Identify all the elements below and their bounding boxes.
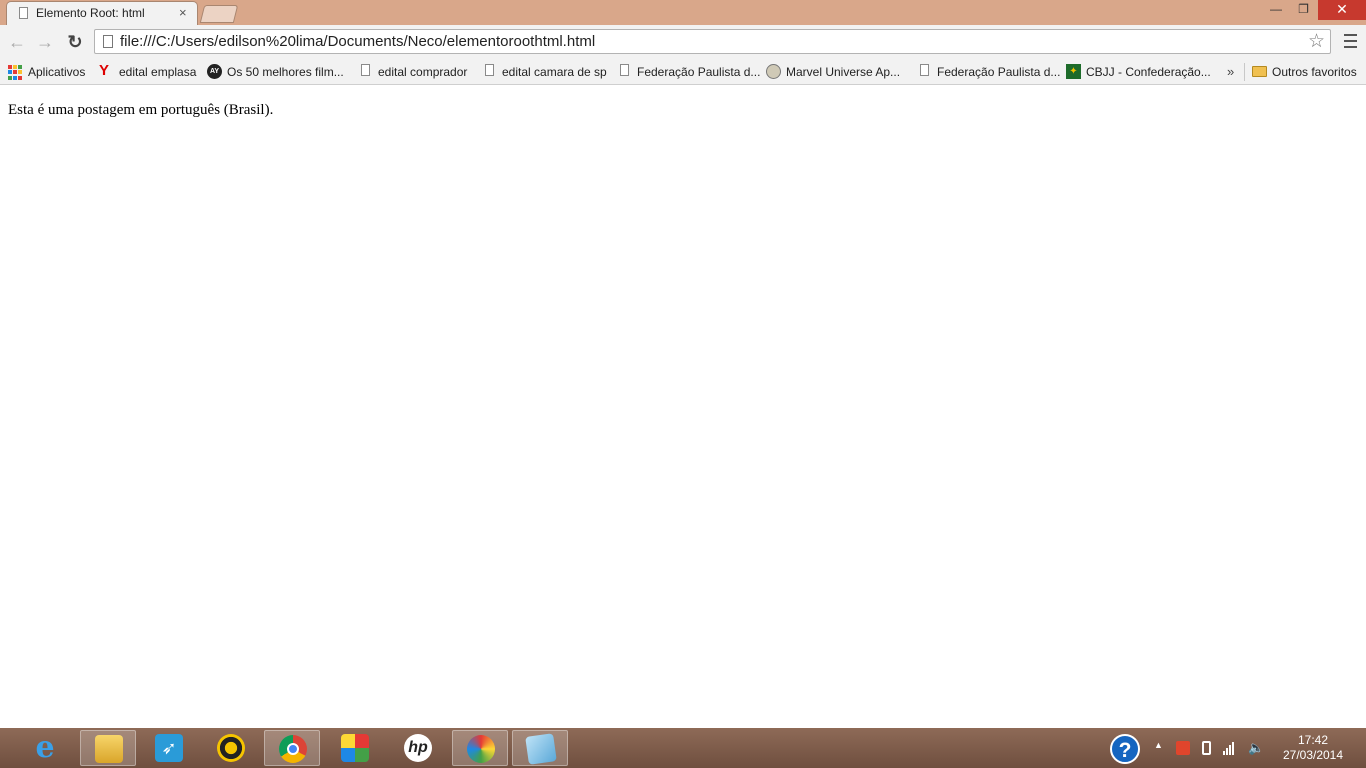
forward-button[interactable]: → (34, 31, 56, 53)
address-bar[interactable]: file:///C:/Users/edilson%20lima/Document… (94, 29, 1331, 54)
bookmarks-divider (1244, 63, 1245, 81)
bookmark-label: CBJJ - Confederação... (1086, 65, 1211, 79)
close-window-button[interactable]: ✕ (1318, 0, 1366, 20)
hamburger-line (1343, 34, 1357, 36)
circle-logo-icon: AY (207, 64, 222, 79)
taskbar: e ➶ hp ? ▲ 🔈 17:42 27/03/2014 (0, 728, 1366, 768)
taskbar-chrome[interactable] (264, 730, 320, 766)
taskbar-paint-app[interactable] (452, 730, 508, 766)
bookmark-label: Marvel Universe Ap... (786, 65, 901, 79)
minimize-button[interactable]: — (1263, 0, 1289, 20)
bookmark-label: Outros favoritos (1272, 65, 1357, 79)
chrome-center (287, 743, 299, 755)
url-text[interactable]: file:///C:/Users/edilson%20lima/Document… (120, 33, 595, 50)
bookmarks-bar: Aplicativos Y edital emplasa AY Os 50 me… (0, 60, 1366, 85)
restore-button[interactable]: ❐ (1290, 0, 1317, 20)
security-shield-icon[interactable] (1176, 741, 1190, 755)
battery-icon[interactable] (1202, 741, 1211, 755)
paint-icon (467, 735, 495, 763)
reload-button[interactable]: ↻ (64, 31, 86, 53)
page-content: Esta é uma postagem em português (Brasil… (0, 85, 1366, 728)
taskbar-rocket-app[interactable]: ➶ (141, 730, 197, 766)
yahoo-icon: Y (99, 62, 110, 79)
page-icon (620, 64, 629, 76)
taskbar-hp-app[interactable]: hp (390, 730, 446, 766)
taskbar-notes-app[interactable] (512, 730, 568, 766)
taskbar-media-player[interactable] (203, 730, 259, 766)
volume-icon[interactable]: 🔈 (1248, 741, 1264, 755)
page-paragraph: Esta é uma postagem em português (Brasil… (8, 102, 274, 118)
bookmarks-overflow-icon[interactable]: » (1227, 64, 1234, 79)
bookmark-label: edital camara de sp (502, 65, 607, 79)
apps-grid-icon (8, 65, 23, 80)
browser-toolbar: ← → ↻ file:///C:/Users/edilson%20lima/Do… (0, 25, 1366, 60)
clock-time: 17:42 (1297, 733, 1329, 747)
notes-icon (525, 733, 557, 765)
folder-icon (1252, 66, 1267, 77)
ie-icon: e (35, 730, 55, 765)
tab-active[interactable]: Elemento Root: html × (6, 1, 198, 25)
bookmark-label: Aplicativos (28, 65, 86, 79)
chrome-menu-button[interactable] (1340, 30, 1360, 52)
bookmark-label: edital emplasa (119, 65, 197, 79)
system-clock[interactable]: 17:42 27/03/2014 (1272, 733, 1354, 763)
tray-expand-icon[interactable]: ▲ (1154, 740, 1163, 750)
tab-title: Elemento Root: html (36, 6, 145, 20)
taskbar-file-explorer[interactable] (80, 730, 136, 766)
network-signal-icon[interactable] (1223, 741, 1237, 755)
help-icon[interactable]: ? (1110, 734, 1140, 764)
back-button[interactable]: ← (6, 31, 28, 53)
hamburger-line (1343, 46, 1357, 48)
marvel-icon (766, 64, 781, 79)
hp-icon: hp (404, 734, 432, 762)
clock-date: 27/03/2014 (1282, 748, 1344, 762)
bookmark-label: Federação Paulista d... (637, 65, 761, 79)
tab-close-icon[interactable]: × (179, 5, 187, 20)
page-icon (361, 64, 370, 76)
title-bar: Elemento Root: html × — ❐ ✕ (0, 0, 1366, 25)
folder-icon (95, 735, 123, 763)
taskbar-puzzle-app[interactable] (327, 730, 383, 766)
hamburger-line (1343, 40, 1357, 42)
chrome-icon (279, 735, 307, 763)
page-icon (485, 64, 494, 76)
bookmark-label: Os 50 melhores film... (227, 65, 344, 79)
new-tab-button[interactable] (199, 5, 239, 23)
page-icon (103, 35, 113, 48)
bookmark-label: edital comprador (378, 65, 468, 79)
bookmark-star-icon[interactable]: ☆ (1308, 30, 1325, 53)
cbjj-icon: ✦ (1066, 64, 1081, 79)
taskbar-internet-explorer[interactable]: e (17, 730, 73, 766)
bookmark-label: Federação Paulista d... (937, 65, 1061, 79)
page-icon (920, 64, 929, 76)
rocket-icon: ➶ (155, 734, 183, 762)
media-icon (217, 734, 245, 762)
page-icon (19, 7, 28, 19)
puzzle-icon (341, 734, 369, 762)
